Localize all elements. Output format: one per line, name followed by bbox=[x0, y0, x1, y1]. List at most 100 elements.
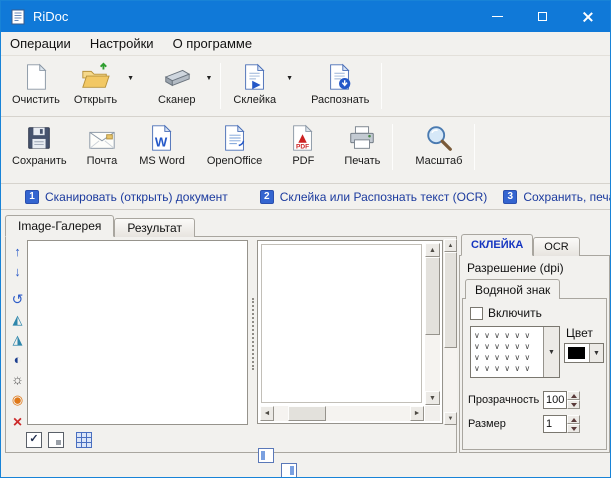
scrollbar-thumb[interactable] bbox=[444, 252, 457, 348]
mail-label: Почта bbox=[87, 155, 118, 167]
pattern-dropdown-icon[interactable]: ▼ bbox=[543, 327, 559, 377]
window-title: RiDoc bbox=[33, 9, 68, 24]
scroll-left-icon[interactable]: ◄ bbox=[260, 406, 274, 421]
blank-page-icon bbox=[21, 62, 51, 92]
tab-image-gallery[interactable]: Image-Галерея bbox=[5, 215, 114, 237]
msword-button[interactable]: W MS Word bbox=[132, 120, 192, 167]
minimize-button[interactable] bbox=[475, 1, 520, 32]
scanner-dropdown-icon[interactable]: ▼ bbox=[202, 75, 215, 82]
scroll-down-icon[interactable]: ▼ bbox=[425, 391, 440, 405]
scrollbar-thumb[interactable] bbox=[425, 257, 440, 335]
right-tab-bar: СКЛЕЙКА OCR bbox=[461, 234, 580, 256]
scroll-up-icon[interactable]: ▲ bbox=[444, 239, 457, 252]
menu-about[interactable]: О программе bbox=[173, 36, 253, 51]
deselect-all-button[interactable] bbox=[48, 432, 64, 448]
scanner-button[interactable]: Сканер bbox=[151, 59, 202, 106]
close-button[interactable] bbox=[565, 1, 610, 32]
color-adjust-icon[interactable]: ◉ bbox=[9, 391, 26, 408]
scroll-up-icon[interactable]: ▲ bbox=[425, 243, 440, 257]
scrollbar-corner bbox=[425, 406, 440, 421]
move-up-icon[interactable]: ↑ bbox=[9, 243, 26, 260]
delete-image-icon[interactable]: × bbox=[9, 414, 26, 431]
main-tab-bar: Image-Галерея Результат bbox=[5, 215, 195, 237]
scrollbar-thumb[interactable] bbox=[288, 406, 326, 421]
zoom-button[interactable]: Масштаб bbox=[408, 120, 469, 167]
image-gallery-panel[interactable] bbox=[27, 240, 248, 425]
scroll-right-icon[interactable]: ► bbox=[410, 406, 424, 421]
merge-dropdown-icon[interactable]: ▼ bbox=[283, 75, 296, 82]
preview-page bbox=[261, 244, 422, 403]
scroll-down-icon[interactable]: ▼ bbox=[444, 412, 457, 425]
size-input[interactable] bbox=[543, 415, 567, 433]
step-1-text: Сканировать (открыть) документ bbox=[45, 190, 228, 204]
clear-button[interactable]: Очистить bbox=[5, 59, 67, 106]
open-dropdown-icon[interactable]: ▼ bbox=[124, 75, 137, 82]
zoom-magnifier-icon bbox=[424, 123, 454, 153]
watermark-color-combobox[interactable]: ▼ bbox=[564, 343, 604, 363]
step-2-badge: 2 bbox=[260, 190, 274, 204]
menu-operations[interactable]: Операции bbox=[10, 36, 71, 51]
preview-vertical-scrollbar[interactable]: ▲ ▼ bbox=[425, 243, 440, 405]
pdf-icon: PDF bbox=[288, 123, 318, 153]
enable-watermark-checkbox[interactable] bbox=[470, 307, 483, 320]
step-2-text: Склейка или Распознать текст (OCR) bbox=[280, 190, 488, 204]
gallery-splitter[interactable] bbox=[250, 240, 257, 425]
tab-ocr[interactable]: OCR bbox=[533, 237, 579, 256]
scrollbar-track[interactable] bbox=[444, 252, 457, 412]
opacity-spin-up-icon[interactable] bbox=[567, 391, 580, 400]
thumbnail-grid-button[interactable] bbox=[76, 432, 92, 448]
rotate-icon[interactable]: ↺ bbox=[9, 291, 26, 308]
preview-horizontal-scrollbar[interactable]: ◄ ► bbox=[260, 406, 424, 421]
recognize-doc-icon bbox=[325, 62, 355, 92]
size-label: Размер bbox=[468, 418, 506, 430]
color-dropdown-icon[interactable]: ▼ bbox=[589, 344, 603, 362]
tab-result[interactable]: Результат bbox=[114, 218, 195, 237]
watermark-pattern-combobox[interactable]: ∨ ∨ ∨ ∨ ∨ ∨ ∨ ∨ ∨ ∨ ∨ ∨ ∨ ∨ ∨ ∨ ∨ ∨ ∨ ∨ … bbox=[470, 326, 560, 378]
save-button[interactable]: Сохранить bbox=[5, 120, 74, 167]
content-area: Image-Галерея Результат ↑ ↓ ↺ ◭ ◮ ◐ ☼ ◉ … bbox=[1, 210, 610, 477]
step-3-text: Сохранить, печат bbox=[523, 190, 610, 204]
pdf-button[interactable]: PDF PDF bbox=[281, 120, 325, 167]
opacity-spin-down-icon[interactable] bbox=[567, 400, 580, 409]
scrollbar-track[interactable] bbox=[274, 406, 410, 421]
layout-left-page-button[interactable] bbox=[258, 448, 274, 463]
mail-icon bbox=[87, 123, 117, 153]
opacity-input[interactable] bbox=[543, 391, 567, 409]
merge-button[interactable]: Склейка bbox=[226, 59, 283, 106]
ridoc-window: RiDoc Операции Настройки О программе Очи… bbox=[0, 0, 611, 478]
right-panel: СКЛЕЙКА OCR Разрешение (dpi) Водяной зна… bbox=[459, 210, 611, 477]
svg-text:PDF: PDF bbox=[296, 143, 309, 150]
print-button[interactable]: Печать bbox=[337, 120, 387, 167]
openoffice-button[interactable]: OpenOffice bbox=[200, 120, 269, 167]
recognize-button[interactable]: Распознать bbox=[304, 59, 376, 106]
maximize-icon bbox=[538, 12, 547, 21]
toolbar-separator bbox=[392, 124, 393, 170]
mail-button[interactable]: Почта bbox=[80, 120, 125, 167]
open-label: Открыть bbox=[74, 94, 117, 106]
recognize-label: Распознать bbox=[311, 94, 369, 106]
step-3-hint: 3 Сохранить, печат bbox=[503, 190, 610, 204]
color-swatch bbox=[568, 347, 585, 359]
step-3-badge: 3 bbox=[503, 190, 517, 204]
move-down-icon[interactable]: ↓ bbox=[9, 263, 26, 280]
flip-horizontal-icon[interactable]: ◭ bbox=[9, 311, 26, 328]
merge-tab-page: Разрешение (dpi) Водяной знак Включить ∨… bbox=[459, 255, 610, 453]
size-spin-down-icon[interactable] bbox=[567, 424, 580, 433]
maximize-button[interactable] bbox=[520, 1, 565, 32]
menu-settings[interactable]: Настройки bbox=[90, 36, 154, 51]
open-button[interactable]: Открыть bbox=[67, 59, 124, 106]
tab-merge[interactable]: СКЛЕЙКА bbox=[461, 234, 533, 256]
select-all-button[interactable]: ✓ bbox=[26, 432, 42, 448]
contrast-icon[interactable]: ◐ bbox=[9, 351, 26, 368]
brightness-icon[interactable]: ☼ bbox=[9, 371, 26, 388]
tab-watermark[interactable]: Водяной знак bbox=[465, 279, 560, 299]
save-icon bbox=[24, 123, 54, 153]
page-vertical-scrollbar[interactable]: ▲ ▼ bbox=[444, 239, 457, 425]
svg-text:W: W bbox=[155, 134, 168, 149]
layout-right-page-button[interactable] bbox=[281, 463, 297, 478]
menu-bar: Операции Настройки О программе bbox=[1, 32, 610, 56]
openoffice-icon bbox=[220, 123, 250, 153]
size-spin-up-icon[interactable] bbox=[567, 415, 580, 424]
flip-vertical-icon[interactable]: ◮ bbox=[9, 331, 26, 348]
scrollbar-track[interactable] bbox=[425, 257, 440, 391]
